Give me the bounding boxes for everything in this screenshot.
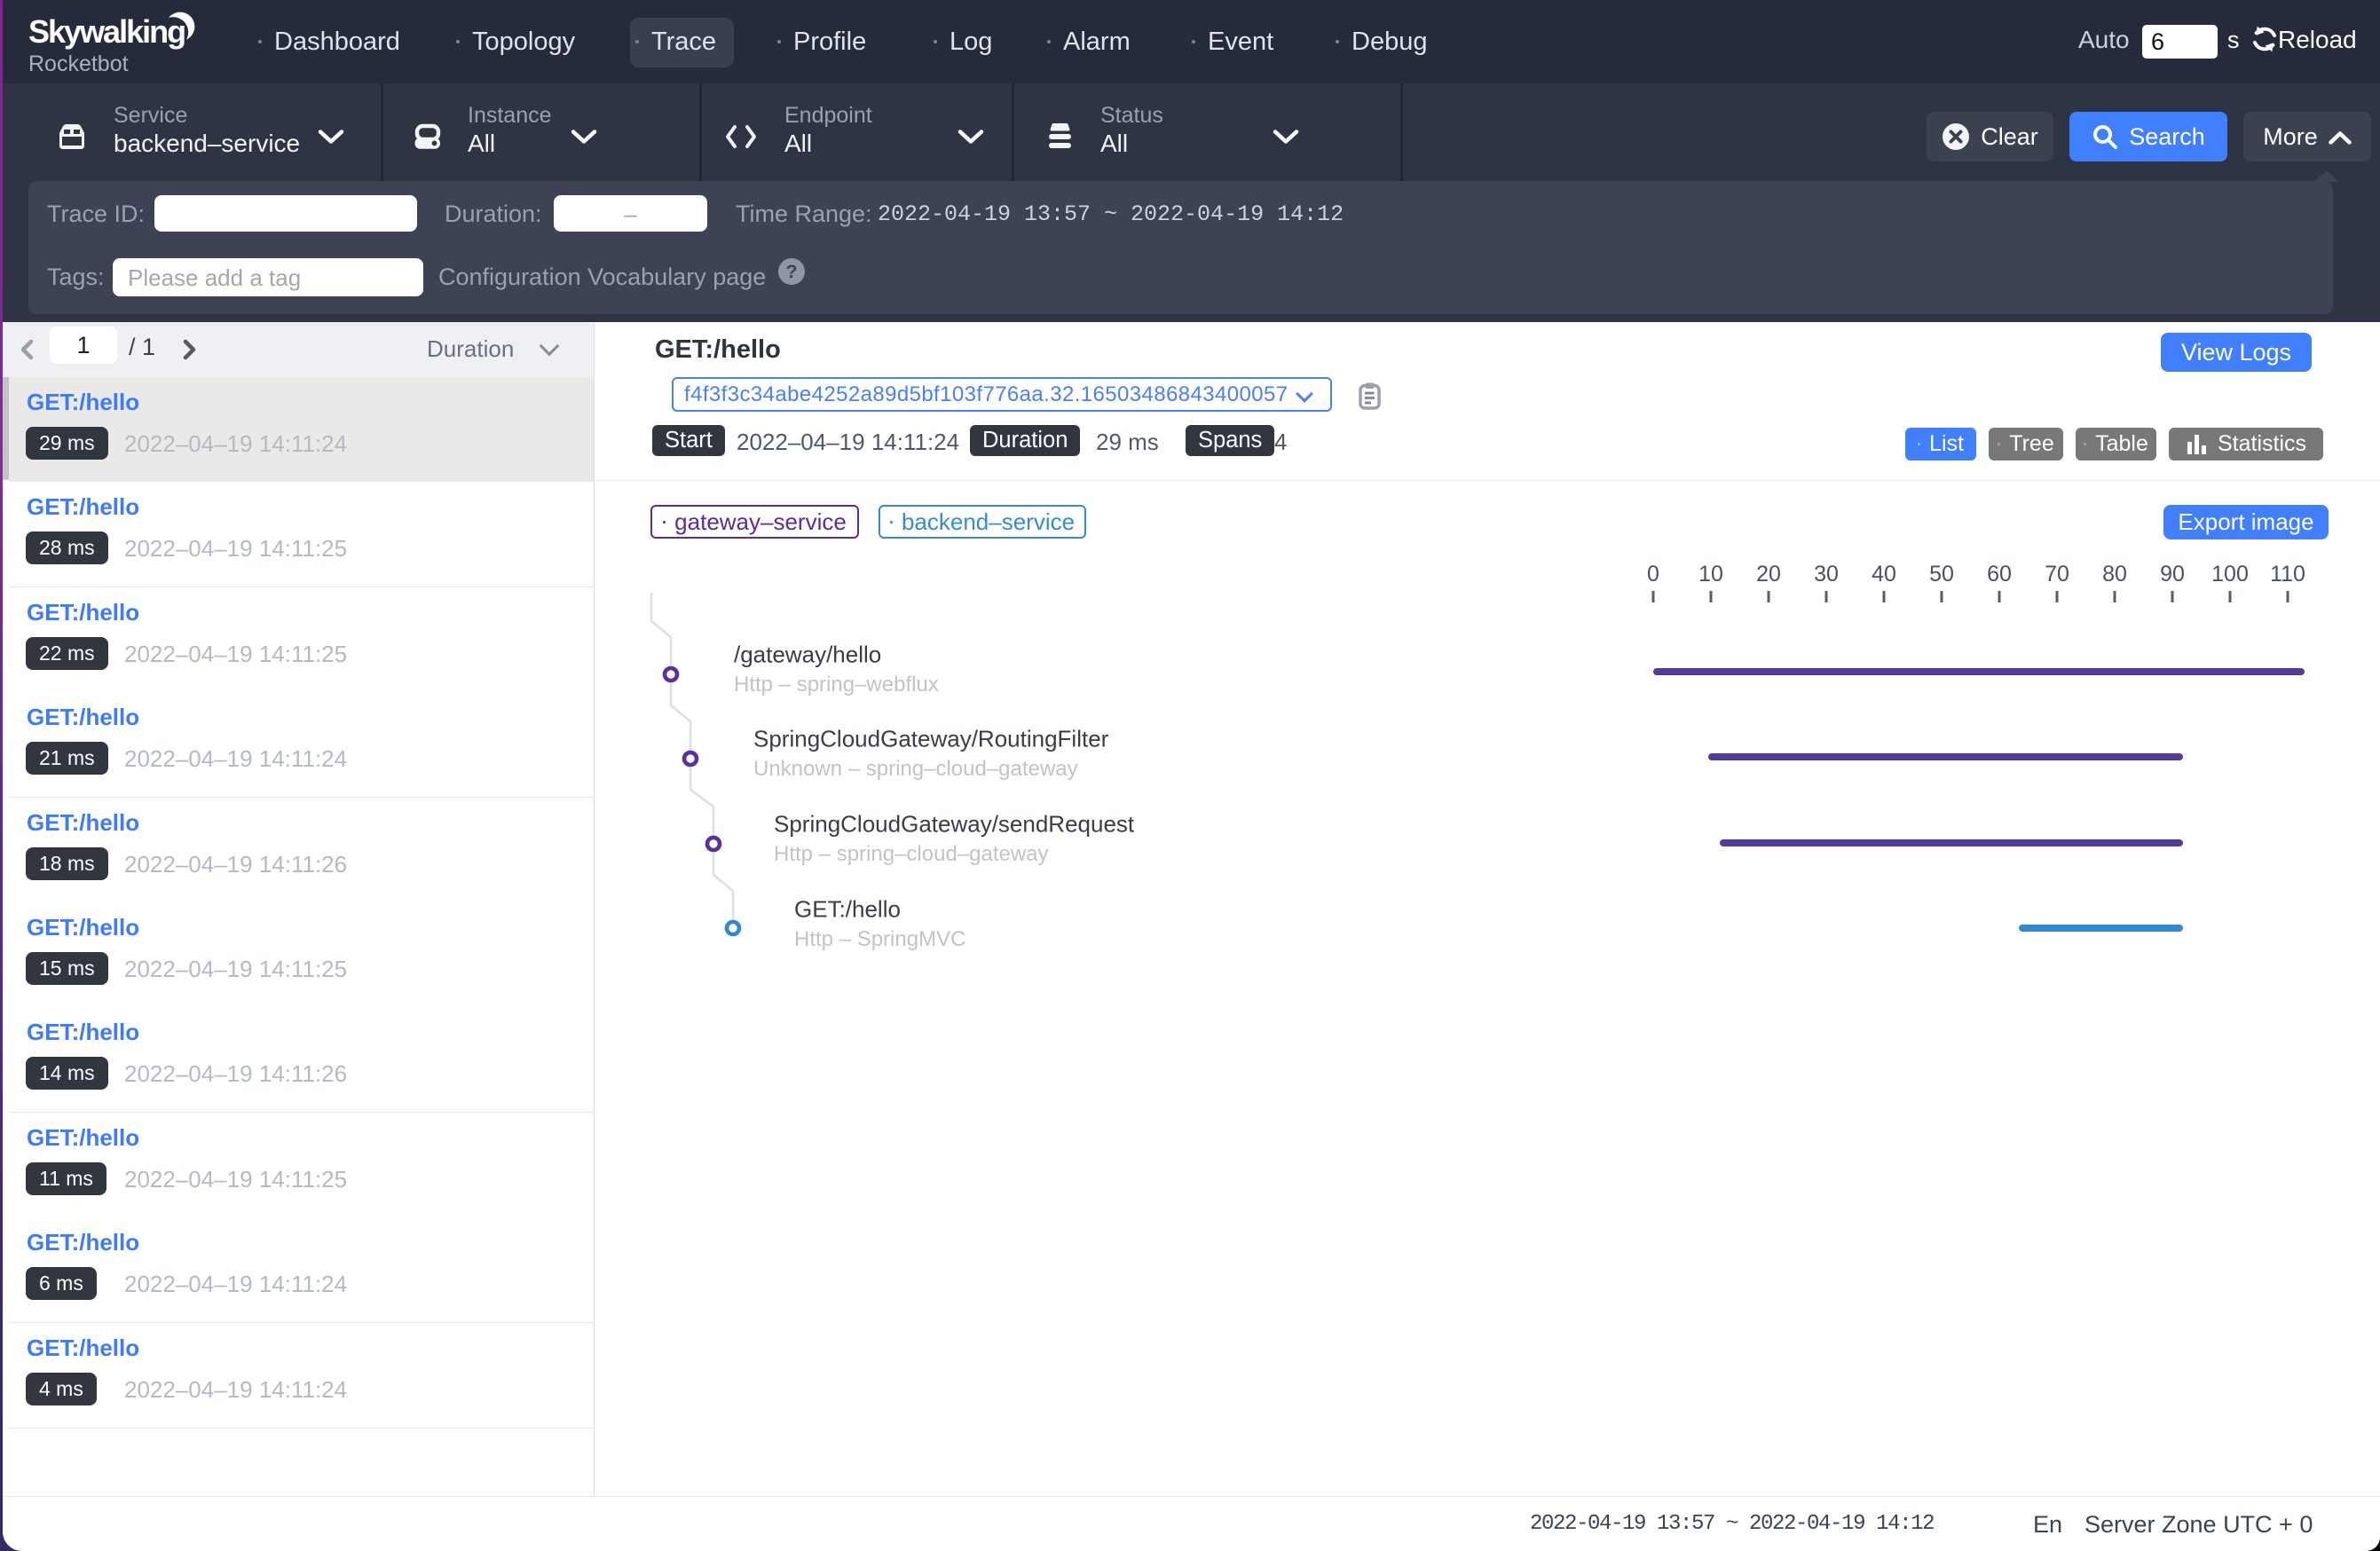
svg-text:?: ? <box>786 262 798 282</box>
